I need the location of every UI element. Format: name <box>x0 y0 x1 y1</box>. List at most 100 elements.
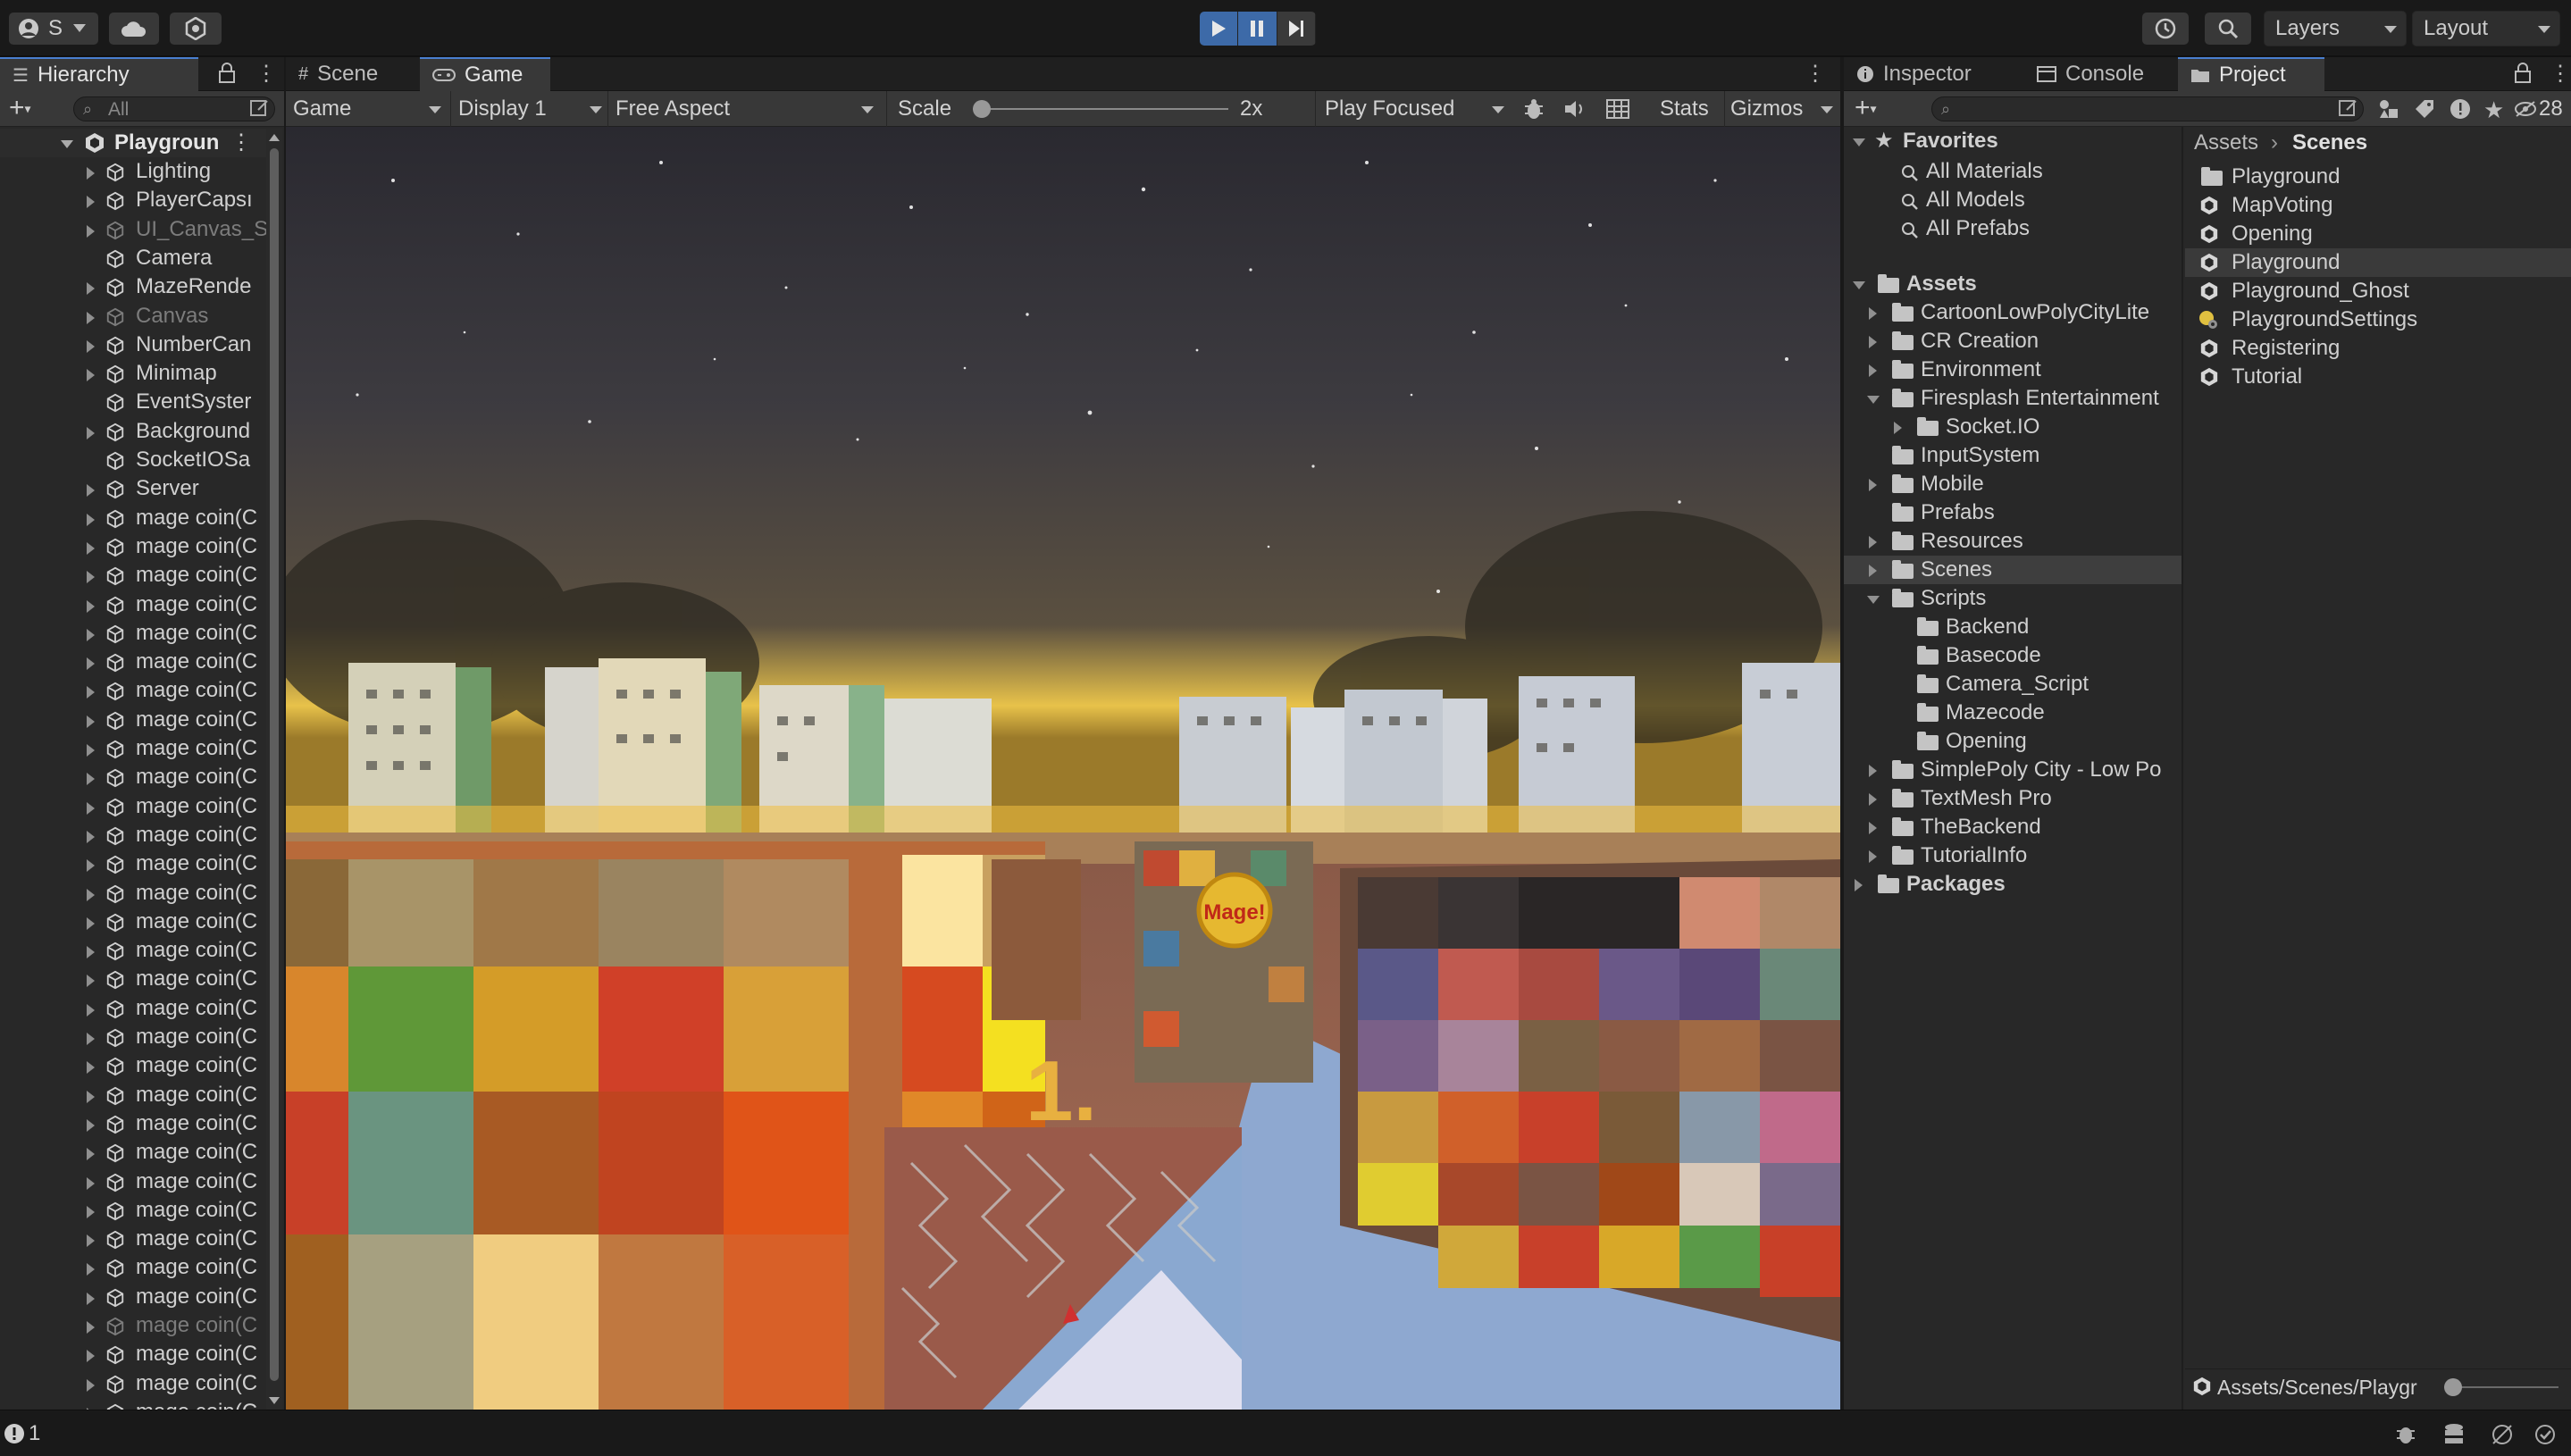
chevron-right-icon[interactable] <box>87 167 95 180</box>
hierarchy-item[interactable]: Canvas <box>0 302 268 331</box>
chevron-right-icon[interactable] <box>1869 565 1877 577</box>
asset-folder-row[interactable]: TutorialInfo <box>1844 841 2182 870</box>
icon-size-slider[interactable] <box>2444 1378 2558 1396</box>
chevron-right-icon[interactable] <box>1894 422 1902 434</box>
hierarchy-item[interactable]: mage coin(C <box>0 965 268 993</box>
hierarchy-item[interactable]: mage coin(C <box>0 1398 268 1410</box>
chevron-right-icon[interactable] <box>87 975 95 988</box>
project-search-input[interactable]: ⌕ <box>1931 96 2364 121</box>
asset-folder-row[interactable]: Opening <box>1844 727 2182 756</box>
cache-server-icon[interactable] <box>2442 1423 2466 1446</box>
hierarchy-item[interactable]: mage coin(C <box>0 1311 268 1340</box>
file-item[interactable]: MapVoting <box>2185 191 2571 220</box>
asset-folder-row[interactable]: Backend <box>1844 613 2182 641</box>
file-item[interactable]: Opening <box>2185 220 2571 248</box>
chevron-right-icon[interactable] <box>1869 307 1877 320</box>
hierarchy-scrollbar[interactable] <box>266 129 282 1410</box>
chevron-right-icon[interactable] <box>87 888 95 901</box>
tab-scene[interactable]: # Scene <box>286 57 420 91</box>
asset-folder-row[interactable]: CR Creation <box>1844 327 2182 356</box>
chevron-right-icon[interactable] <box>87 224 95 238</box>
asset-folder-row[interactable]: Basecode <box>1844 641 2182 670</box>
hierarchy-item[interactable]: mage coin(C <box>0 1138 268 1167</box>
hierarchy-item[interactable]: Background <box>0 417 268 446</box>
chevron-right-icon[interactable] <box>87 1090 95 1103</box>
search-filter-icon[interactable] <box>249 99 269 119</box>
hierarchy-item[interactable]: mage coin(C <box>0 504 268 532</box>
chevron-right-icon[interactable] <box>87 369 95 382</box>
hierarchy-item[interactable]: mage coin(C <box>0 1051 268 1080</box>
favorite-item[interactable]: All Models <box>1844 186 2182 214</box>
asset-folder-row[interactable]: Socket.IO <box>1844 413 2182 441</box>
hierarchy-item[interactable]: Server <box>0 474 268 503</box>
more-options-icon[interactable]: ⋮ <box>1805 61 1826 87</box>
tab-project[interactable]: Project <box>2178 57 2324 91</box>
chevron-right-icon[interactable] <box>87 657 95 671</box>
hidden-packages-toggle[interactable]: 28 <box>2514 95 2569 123</box>
hierarchy-item[interactable]: mage coin(C <box>0 1340 268 1368</box>
chevron-right-icon[interactable] <box>87 946 95 959</box>
chevron-right-icon[interactable] <box>1869 850 1877 863</box>
tab-inspector[interactable]: Inspector <box>1844 57 2024 91</box>
lock-icon[interactable] <box>218 63 236 84</box>
chevron-right-icon[interactable] <box>87 513 95 526</box>
create-asset-button[interactable]: +▾ <box>1855 93 1877 123</box>
tab-game[interactable]: Game <box>420 57 550 91</box>
asset-folder-row[interactable]: Scripts <box>1844 584 2182 613</box>
debug-bug-icon[interactable] <box>1522 97 1545 121</box>
warning-filter-icon[interactable] <box>2450 98 2471 120</box>
chevron-right-icon[interactable] <box>87 744 95 757</box>
asset-folder-row[interactable]: Firesplash Entertainment <box>1844 384 2182 413</box>
chevron-right-icon[interactable] <box>87 859 95 873</box>
search-button[interactable] <box>2205 13 2251 45</box>
game-mode-dropdown[interactable]: Game <box>289 91 447 127</box>
file-item[interactable]: Registering <box>2185 334 2571 363</box>
chevron-right-icon[interactable] <box>1869 536 1877 548</box>
hierarchy-item[interactable]: Minimap <box>0 359 268 388</box>
chevron-right-icon[interactable] <box>87 1263 95 1276</box>
scene-root-row[interactable]: Playgroun ⋮ <box>0 129 268 157</box>
chevron-right-icon[interactable] <box>1869 765 1877 777</box>
hierarchy-item[interactable]: mage coin(C <box>0 1167 268 1196</box>
hierarchy-item[interactable]: UI_Canvas_S <box>0 215 268 244</box>
progress-bug-icon[interactable] <box>2394 1423 2417 1446</box>
play-button[interactable] <box>1200 12 1239 46</box>
tab-hierarchy[interactable]: ☰ Hierarchy <box>0 57 198 91</box>
chevron-right-icon[interactable] <box>87 1061 95 1075</box>
hierarchy-item[interactable]: mage coin(C <box>0 908 268 936</box>
hierarchy-item[interactable]: NumberCan <box>0 331 268 359</box>
grid-toggle-icon[interactable] <box>1606 99 1629 119</box>
scroll-down-icon[interactable] <box>269 1397 280 1404</box>
more-options-icon[interactable]: ⋮ <box>2550 61 2571 87</box>
file-item[interactable]: Tutorial <box>2185 363 2571 391</box>
hierarchy-item[interactable]: PlayerCapsı <box>0 186 268 214</box>
favorite-star-icon[interactable]: ★ <box>2483 96 2504 124</box>
gizmos-dropdown[interactable]: Gizmos <box>1724 91 1840 127</box>
hierarchy-item[interactable]: Camera <box>0 244 268 272</box>
scale-slider[interactable] <box>973 100 1228 118</box>
file-item[interactable]: Playground <box>2185 163 2571 191</box>
chevron-right-icon[interactable] <box>87 773 95 786</box>
chevron-down-icon[interactable] <box>1867 596 1880 604</box>
chevron-right-icon[interactable] <box>87 686 95 699</box>
file-item[interactable]: Playground_Ghost <box>2185 277 2571 305</box>
chevron-right-icon[interactable] <box>87 599 95 613</box>
chevron-right-icon[interactable] <box>87 916 95 930</box>
chevron-down-icon[interactable] <box>1867 396 1880 404</box>
hierarchy-item[interactable]: mage coin(C <box>0 1253 268 1282</box>
hierarchy-item[interactable]: mage coin(C <box>0 792 268 821</box>
hierarchy-item[interactable]: mage coin(C <box>0 1023 268 1051</box>
packages-row[interactable]: Packages <box>1844 870 2182 899</box>
warning-icon[interactable] <box>4 1423 25 1444</box>
hierarchy-item[interactable]: mage coin(C <box>0 879 268 908</box>
hierarchy-item[interactable]: MazeRende <box>0 272 268 301</box>
chevron-right-icon[interactable] <box>87 1003 95 1017</box>
chevron-right-icon[interactable] <box>87 1205 95 1218</box>
chevron-right-icon[interactable] <box>87 715 95 728</box>
hierarchy-item[interactable]: mage coin(C <box>0 763 268 791</box>
display-dropdown[interactable]: Display 1 <box>450 91 607 127</box>
favorites-row[interactable]: ★ Favorites <box>1844 127 2182 155</box>
hierarchy-item[interactable]: mage coin(C <box>0 561 268 590</box>
chevron-right-icon[interactable] <box>87 1292 95 1305</box>
cloud-button[interactable] <box>109 13 159 45</box>
